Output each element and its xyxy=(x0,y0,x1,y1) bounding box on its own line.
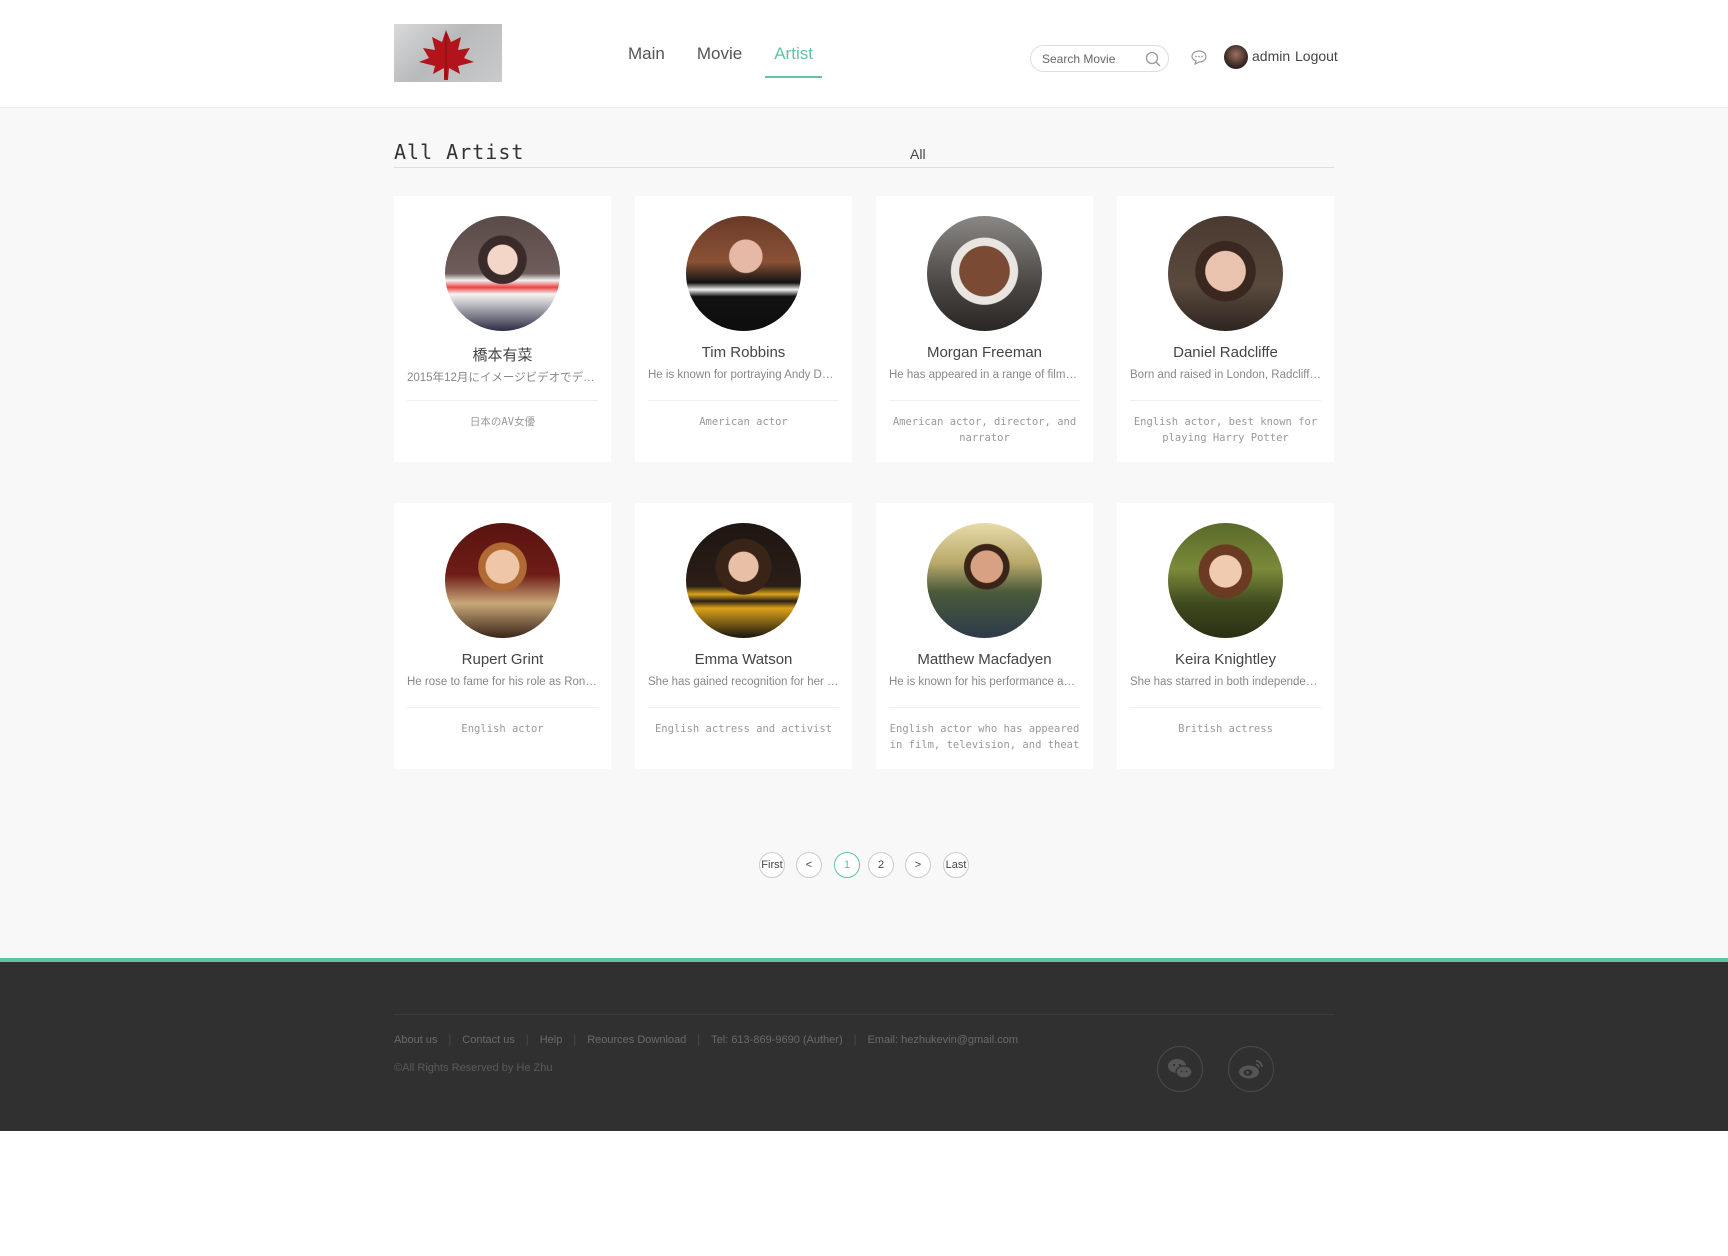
footer-separator: | xyxy=(573,1034,577,1046)
chat-icon[interactable] xyxy=(1191,49,1207,65)
artist-card[interactable]: Emma Watson She has gained recognition f… xyxy=(635,503,852,769)
artist-role: British actress xyxy=(1178,723,1273,735)
site-footer: About us | Contact us | Help | Reources … xyxy=(0,958,1728,1131)
pager-first[interactable]: First xyxy=(759,852,785,878)
pager-page-2[interactable]: 2 xyxy=(868,852,894,878)
top-header: Main Movie Artist admin Logout xyxy=(0,0,1728,108)
search-icon[interactable] xyxy=(1144,50,1162,68)
user-name[interactable]: admin xyxy=(1252,48,1290,64)
artist-photo[interactable] xyxy=(686,216,801,331)
page-title: All Artist xyxy=(394,140,525,164)
weibo-button[interactable] xyxy=(1228,1046,1274,1092)
artist-photo[interactable] xyxy=(445,523,560,638)
weibo-icon xyxy=(1239,1060,1263,1079)
footer-email: Email: hezhukevin@gmail.com xyxy=(867,1034,1019,1046)
artist-name: 橋本有菜 xyxy=(472,347,533,364)
card-divider xyxy=(648,707,839,708)
card-divider xyxy=(407,707,598,708)
artist-photo[interactable] xyxy=(927,216,1042,331)
artist-role: 日本のAV女優 xyxy=(469,416,536,428)
nav-artist[interactable]: Artist xyxy=(765,44,822,78)
artist-role: English actor xyxy=(461,723,544,735)
pager-prev[interactable]: < xyxy=(796,852,822,878)
nav-movie[interactable]: Movie xyxy=(697,44,742,78)
pager-next[interactable]: > xyxy=(905,852,931,878)
filter-all[interactable]: All xyxy=(910,146,926,162)
artist-role: English actor, best known for playing Ha… xyxy=(1133,416,1318,444)
artist-desc: 2015年12月にイメージビデオでデビュー xyxy=(407,372,598,384)
card-divider xyxy=(889,400,1080,401)
logout-link[interactable]: Logout xyxy=(1295,48,1338,64)
artist-card[interactable]: Tim Robbins He is known for portraying A… xyxy=(635,196,852,462)
footer-tel: Tel: 613-869-9690 (Auther) xyxy=(711,1034,843,1046)
artist-card[interactable]: Keira Knightley She has starred in both … xyxy=(1117,503,1334,769)
card-divider xyxy=(1130,400,1321,401)
artist-photo[interactable] xyxy=(1168,523,1283,638)
artist-photo[interactable] xyxy=(927,523,1042,638)
search-input[interactable] xyxy=(1042,50,1142,68)
artist-desc: She has gained recognition for her roles xyxy=(648,676,839,688)
main-nav: Main Movie Artist xyxy=(628,44,822,78)
artist-photo[interactable] xyxy=(1168,216,1283,331)
copyright: ©All Rights Reserved by He Zhu xyxy=(394,1062,553,1074)
artist-desc: He rose to fame for his role as Ron Weas… xyxy=(407,676,598,688)
artist-card[interactable]: Matthew Macfadyen He is known for his pe… xyxy=(876,503,1093,769)
artist-name: Keira Knightley xyxy=(1175,651,1276,668)
card-divider xyxy=(648,400,839,401)
artist-name: Matthew Macfadyen xyxy=(917,651,1052,668)
footer-separator: | xyxy=(853,1034,857,1046)
artist-photo[interactable] xyxy=(686,523,801,638)
artist-card[interactable]: Rupert Grint He rose to fame for his rol… xyxy=(394,503,611,769)
artist-desc: He has appeared in a range of film genre… xyxy=(889,369,1080,381)
artist-desc: He is known for his performance as Mr. D… xyxy=(889,676,1080,688)
footer-about-link[interactable]: About us xyxy=(394,1034,437,1046)
footer-help-link[interactable]: Help xyxy=(540,1034,563,1046)
artist-role: English actress and activist xyxy=(654,723,832,735)
wechat-icon xyxy=(1168,1059,1193,1079)
artist-name: Daniel Radcliffe xyxy=(1173,344,1278,361)
search-box xyxy=(1030,45,1169,72)
title-divider xyxy=(394,167,1334,168)
artist-role: English actor who has appeared in film, … xyxy=(889,723,1080,751)
nav-main[interactable]: Main xyxy=(628,44,665,78)
artist-name: Morgan Freeman xyxy=(926,344,1043,361)
artist-desc: He is known for portraying Andy Dufresne xyxy=(648,369,839,381)
artist-card[interactable]: Daniel Radcliffe Born and raised in Lond… xyxy=(1117,196,1334,462)
artist-desc: Born and raised in London, Radcliffe beg… xyxy=(1130,369,1321,381)
card-divider xyxy=(407,400,598,401)
artist-name: Tim Robbins xyxy=(701,344,786,361)
user-avatar[interactable] xyxy=(1224,45,1248,69)
maple-leaf-icon xyxy=(419,30,474,80)
artist-photo[interactable] xyxy=(445,216,560,331)
main-content: All Artist All 橋本有菜 2015年12月にイメージビデオでデビュ… xyxy=(0,108,1728,958)
footer-separator: | xyxy=(525,1034,529,1046)
footer-separator: | xyxy=(697,1034,701,1046)
footer-divider xyxy=(394,1014,1334,1015)
footer-downloads-link[interactable]: Reources Download xyxy=(587,1034,686,1046)
wechat-button[interactable] xyxy=(1157,1046,1203,1092)
pager-last[interactable]: Last xyxy=(943,852,969,878)
footer-separator: | xyxy=(448,1034,452,1046)
footer-links: About us | Contact us | Help | Reources … xyxy=(394,1034,1018,1046)
site-logo[interactable] xyxy=(394,24,502,82)
card-divider xyxy=(1130,707,1321,708)
artist-name: Rupert Grint xyxy=(461,651,544,668)
artist-card[interactable]: Morgan Freeman He has appeared in a rang… xyxy=(876,196,1093,462)
artist-role: American actor, director, and narrator xyxy=(892,416,1077,444)
artist-desc: She has starred in both independent film… xyxy=(1130,676,1321,688)
pager-page-1[interactable]: 1 xyxy=(834,852,860,878)
artist-role: American actor xyxy=(699,416,788,428)
card-divider xyxy=(889,707,1080,708)
artist-card[interactable]: 橋本有菜 2015年12月にイメージビデオでデビュー 日本のAV女優 xyxy=(394,196,611,462)
artist-name: Emma Watson xyxy=(694,651,793,668)
footer-contact-link[interactable]: Contact us xyxy=(462,1034,515,1046)
